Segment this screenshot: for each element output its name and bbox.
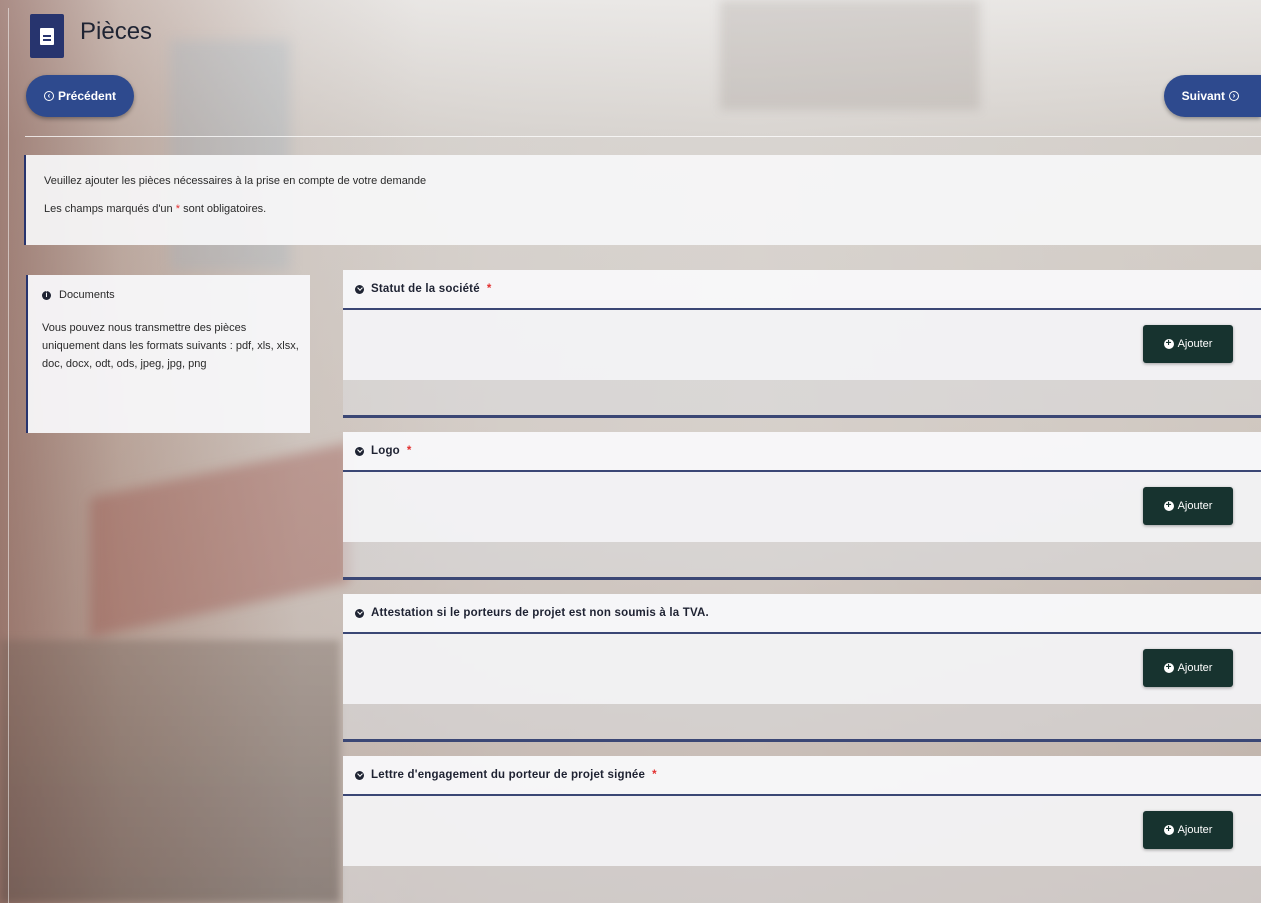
documents-formats-text: Vous pouvez nous transmettre des pièces … xyxy=(42,322,299,370)
header-divider xyxy=(25,136,1261,137)
chevron-down-icon xyxy=(355,770,364,780)
required-asterisk: * xyxy=(652,769,657,781)
document-icon xyxy=(30,14,64,58)
next-button[interactable]: Suivant › xyxy=(1163,75,1261,117)
section-header[interactable]: Logo * xyxy=(343,432,1261,472)
required-note: Les champs marqués d'un * sont obligatoi… xyxy=(44,203,1261,215)
section-attestation-tva: Attestation si le porteurs de projet est… xyxy=(343,594,1261,742)
required-asterisk: * xyxy=(406,445,412,457)
section-separator xyxy=(343,704,1261,742)
section-body: + Ajouter xyxy=(343,796,1261,866)
required-asterisk: * xyxy=(175,203,181,215)
section-title: Attestation si le porteurs de projet est… xyxy=(371,607,709,619)
instructions-box: Veuillez ajouter les pièces nécessaires … xyxy=(24,155,1261,245)
plus-icon: + xyxy=(1163,339,1174,349)
add-button[interactable]: + Ajouter xyxy=(1143,649,1233,687)
section-separator xyxy=(343,542,1261,580)
section-header[interactable]: Attestation si le porteurs de projet est… xyxy=(343,594,1261,634)
chevron-down-icon xyxy=(355,608,364,618)
section-title: Statut de la société xyxy=(371,283,480,295)
section-title: Logo xyxy=(371,445,400,457)
required-note-prefix: Les champs marqués d'un xyxy=(44,203,173,215)
plus-icon: + xyxy=(1163,663,1174,673)
section-lettre-engagement: Lettre d'engagement du porteur de projet… xyxy=(343,756,1261,903)
add-button-label: Ajouter xyxy=(1177,662,1213,674)
add-button[interactable]: + Ajouter xyxy=(1143,811,1233,849)
add-button-label: Ajouter xyxy=(1177,824,1213,836)
arrow-right-circle-icon: › xyxy=(1229,91,1239,101)
section-header[interactable]: Lettre d'engagement du porteur de projet… xyxy=(343,756,1261,796)
plus-icon: + xyxy=(1163,825,1174,835)
required-note-suffix: sont obligatoires. xyxy=(183,203,267,215)
section-title: Lettre d'engagement du porteur de projet… xyxy=(371,769,646,781)
chevron-down-icon xyxy=(355,284,364,294)
next-button-label: Suivant xyxy=(1181,89,1225,103)
previous-button-label: Précédent xyxy=(58,89,117,103)
arrow-left-circle-icon: ‹ xyxy=(44,91,54,101)
documents-panel: i Documents Vous pouvez nous transmettre… xyxy=(26,275,310,433)
required-asterisk: * xyxy=(486,283,492,295)
section-separator xyxy=(343,380,1261,418)
previous-button[interactable]: ‹ Précédent xyxy=(26,75,135,117)
section-statut: Statut de la société * + Ajouter xyxy=(343,270,1261,418)
plus-icon: + xyxy=(1163,501,1174,511)
add-button[interactable]: + Ajouter xyxy=(1143,487,1233,525)
add-button-label: Ajouter xyxy=(1177,338,1213,350)
section-body: + Ajouter xyxy=(343,472,1261,542)
section-header[interactable]: Statut de la société * xyxy=(343,270,1261,310)
instructions-line: Veuillez ajouter les pièces nécessaires … xyxy=(44,175,427,187)
documents-title: Documents xyxy=(59,289,115,301)
section-separator xyxy=(343,866,1261,903)
add-button[interactable]: + Ajouter xyxy=(1143,325,1233,363)
info-icon: i xyxy=(42,290,51,300)
section-body: + Ajouter xyxy=(343,634,1261,704)
page-title: Pièces xyxy=(80,18,153,45)
section-logo: Logo * + Ajouter xyxy=(343,432,1261,580)
chevron-down-icon xyxy=(355,446,364,456)
section-body: + Ajouter xyxy=(343,310,1261,380)
add-button-label: Ajouter xyxy=(1177,500,1213,512)
